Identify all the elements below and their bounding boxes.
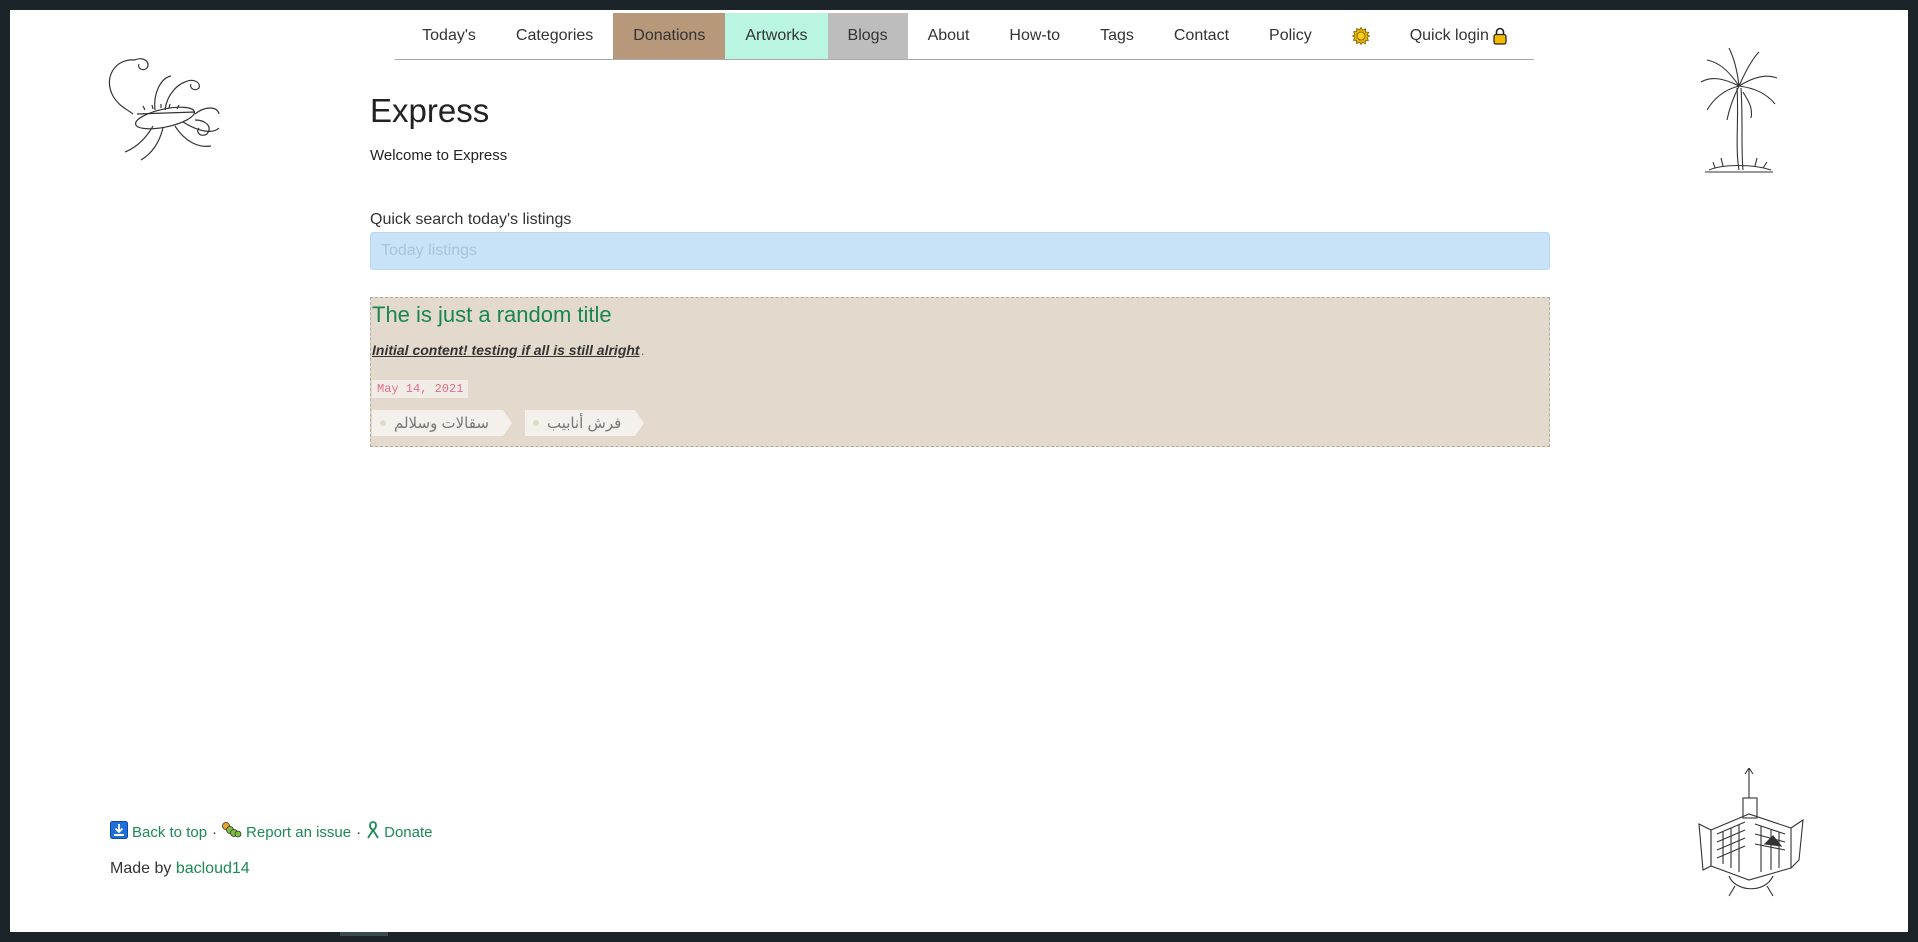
listing-excerpt[interactable]: Initial content! testing if all is still… (372, 342, 640, 358)
quick-login-label: Quick login (1409, 27, 1489, 44)
nav-about[interactable]: About (908, 13, 990, 59)
bug-icon (222, 821, 242, 843)
search-input[interactable] (370, 232, 1550, 270)
listing-card: The is just a random title Initial conte… (370, 297, 1550, 447)
shed-illustration (1695, 767, 1805, 903)
footer-separator: · (356, 823, 362, 841)
theme-toggle-button[interactable] (1332, 13, 1390, 59)
top-navigation: Today's Categories Donations Artworks Bl… (395, 13, 1534, 60)
nav-categories[interactable]: Categories (496, 13, 613, 59)
back-to-top-icon (110, 821, 128, 843)
welcome-text: Welcome to Express (370, 147, 508, 164)
quick-login-button[interactable]: Quick login (1390, 13, 1527, 59)
footer-separator: · (212, 823, 218, 841)
nav-contact[interactable]: Contact (1154, 13, 1249, 59)
author-link[interactable]: bacloud14 (176, 860, 250, 877)
nav-donations[interactable]: Donations (613, 13, 726, 59)
search-label: Quick search today's listings (370, 211, 572, 228)
listing-excerpt-ellipsis: ... (633, 342, 645, 358)
nav-artworks[interactable]: Artworks (725, 13, 828, 59)
lock-icon (1493, 27, 1507, 45)
ribbon-icon (366, 821, 380, 843)
palm-tree-illustration (1693, 47, 1783, 183)
listing-tag[interactable]: سقالات وسلالم (372, 410, 512, 436)
listing-tag[interactable]: فرش أنابيب (525, 410, 645, 436)
footer-links: Back to top · Report an issue · Donate (110, 821, 432, 843)
scorpion-illustration (95, 48, 225, 173)
listing-title[interactable]: The is just a random title (372, 302, 612, 328)
back-to-top-link[interactable]: Back to top (132, 824, 207, 841)
page-viewport: Today's Categories Donations Artworks Bl… (10, 10, 1908, 932)
taskbar-indicator (340, 932, 388, 936)
sun-icon (1351, 27, 1370, 45)
made-by-prefix: Made by (110, 860, 172, 877)
donate-link[interactable]: Donate (384, 824, 432, 841)
made-by: Made by bacloud14 (110, 860, 250, 878)
nav-how-to[interactable]: How-to (989, 13, 1080, 59)
nav-blogs[interactable]: Blogs (827, 13, 908, 59)
nav-policy[interactable]: Policy (1249, 13, 1332, 59)
nav-todays[interactable]: Today's (402, 13, 496, 59)
report-issue-link[interactable]: Report an issue (246, 824, 351, 841)
page-title: Express (370, 92, 490, 129)
nav-tags[interactable]: Tags (1080, 13, 1154, 59)
listing-date: May 14, 2021 (372, 380, 469, 398)
